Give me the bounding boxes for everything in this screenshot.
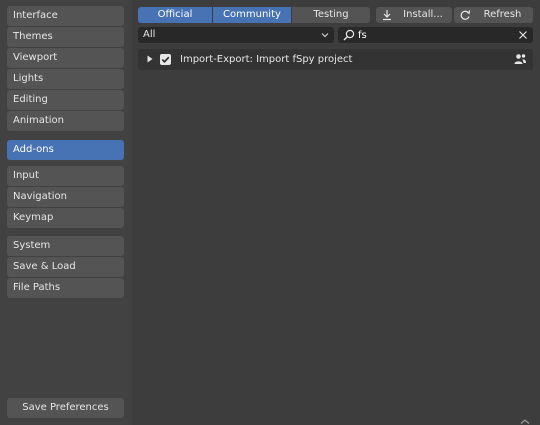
search-input[interactable] bbox=[358, 27, 508, 43]
sidebar: Interface Themes Viewport Lights Editing… bbox=[0, 0, 132, 425]
sidebar-item-system[interactable]: System bbox=[7, 236, 124, 256]
addon-enabled-checkbox[interactable] bbox=[160, 54, 171, 65]
sidebar-item-save-load[interactable]: Save & Load bbox=[7, 257, 124, 277]
checkmark-icon bbox=[161, 56, 170, 63]
addons-panel: Official Community Testing Install... Re… bbox=[132, 0, 540, 425]
sidebar-item-file-paths[interactable]: File Paths bbox=[7, 278, 124, 298]
sidebar-item-add-ons[interactable]: Add-ons bbox=[7, 140, 124, 160]
search-field bbox=[338, 27, 533, 43]
category-dropdown[interactable]: All bbox=[138, 27, 334, 43]
sidebar-group-input: Input Navigation Keymap bbox=[7, 166, 124, 229]
install-button[interactable]: Install... bbox=[376, 7, 452, 23]
close-icon[interactable] bbox=[517, 29, 529, 41]
refresh-label: Refresh bbox=[483, 9, 522, 20]
category-dropdown-value: All bbox=[143, 29, 156, 40]
chevron-down-icon bbox=[321, 33, 329, 38]
save-preferences-button[interactable]: Save Preferences bbox=[7, 398, 124, 418]
chevron-up-icon[interactable] bbox=[518, 417, 532, 425]
sidebar-item-themes[interactable]: Themes bbox=[7, 27, 124, 47]
sidebar-item-keymap[interactable]: Keymap bbox=[7, 208, 124, 228]
addon-name: Import-Export: Import fSpy project bbox=[180, 54, 353, 65]
support-level-filter: Official Community Testing bbox=[138, 7, 370, 23]
filter-community-toggle[interactable]: Community bbox=[213, 7, 292, 23]
sidebar-item-viewport[interactable]: Viewport bbox=[7, 48, 124, 68]
sidebar-item-animation[interactable]: Animation bbox=[7, 111, 124, 131]
install-label: Install... bbox=[403, 9, 443, 20]
community-user-icon bbox=[514, 54, 526, 64]
addon-row: Import-Export: Import fSpy project bbox=[138, 49, 533, 70]
filter-official-toggle[interactable]: Official bbox=[138, 7, 213, 23]
sidebar-group-addons: Add-ons bbox=[7, 140, 124, 161]
sidebar-group-system: System Save & Load File Paths bbox=[7, 236, 124, 299]
disclosure-triangle-icon[interactable] bbox=[146, 54, 154, 64]
filter-testing-toggle[interactable]: Testing bbox=[292, 7, 370, 23]
refresh-button[interactable]: Refresh bbox=[454, 7, 533, 23]
search-icon bbox=[343, 29, 355, 41]
sidebar-item-editing[interactable]: Editing bbox=[7, 90, 124, 110]
sidebar-item-interface[interactable]: Interface bbox=[7, 6, 124, 26]
sidebar-item-lights[interactable]: Lights bbox=[7, 69, 124, 89]
sidebar-group-display: Interface Themes Viewport Lights Editing… bbox=[7, 6, 124, 132]
sidebar-item-navigation[interactable]: Navigation bbox=[7, 187, 124, 207]
download-icon bbox=[383, 10, 391, 21]
sidebar-item-input[interactable]: Input bbox=[7, 166, 124, 186]
refresh-icon bbox=[460, 10, 471, 20]
preferences-window: Interface Themes Viewport Lights Editing… bbox=[0, 0, 540, 425]
